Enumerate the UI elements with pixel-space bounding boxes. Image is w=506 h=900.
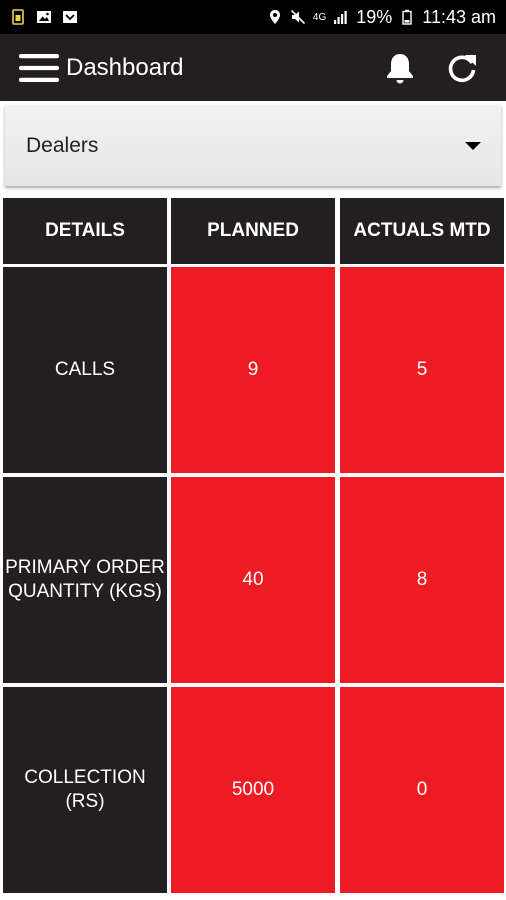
status-bar: 4G 19% 11:43 am: [0, 0, 506, 34]
location-icon: [269, 10, 280, 24]
row-label-calls: CALLS: [3, 267, 167, 473]
battery-icon: [402, 9, 412, 25]
menu-icon: [19, 53, 59, 82]
filter-section: Dealers: [0, 101, 506, 197]
mute-icon: [290, 9, 305, 25]
primary-order-actual: 8: [340, 477, 504, 683]
header-actuals-mtd: ACTUALS MTD: [340, 198, 504, 264]
refresh-button[interactable]: [436, 44, 488, 92]
row-label-collection: COLLECTION (RS): [3, 687, 167, 893]
collection-planned: 5000: [171, 687, 335, 893]
row-label-primary-order-quantity: PRIMARY ORDER QUANTITY (KGS): [3, 477, 167, 683]
notification-icons: [10, 9, 78, 25]
bell-icon: [387, 53, 413, 83]
calls-planned: 9: [171, 267, 335, 473]
app-bar: Dashboard: [0, 34, 506, 101]
network-type: 4G: [312, 11, 327, 23]
refresh-icon: [448, 54, 476, 82]
clock: 11:43 am: [422, 6, 496, 27]
calls-actual: 5: [340, 267, 504, 473]
collection-actual: 0: [340, 687, 504, 893]
notifications-button[interactable]: [374, 44, 426, 92]
sim-icon: [12, 9, 24, 25]
dropdown-selected-value: Dealers: [26, 133, 99, 157]
battery-percent: 19%: [356, 6, 393, 27]
header-details: DETAILS: [3, 198, 167, 264]
app-notification-icon: [63, 11, 77, 23]
signal-icon: [334, 11, 347, 24]
image-icon: [37, 11, 51, 23]
page-title: Dashboard: [66, 53, 184, 81]
header-planned: PLANNED: [171, 198, 335, 264]
dashboard-table: DETAILS PLANNED ACTUALS MTD CALLS 9 5 PR…: [0, 196, 506, 900]
menu-button[interactable]: [18, 51, 60, 85]
dropdown-arrow-icon: [465, 141, 481, 150]
dealer-type-select[interactable]: Dealers: [5, 105, 501, 186]
system-status: 4G 19% 11:43 am: [267, 7, 496, 28]
primary-order-planned: 40: [171, 477, 335, 683]
